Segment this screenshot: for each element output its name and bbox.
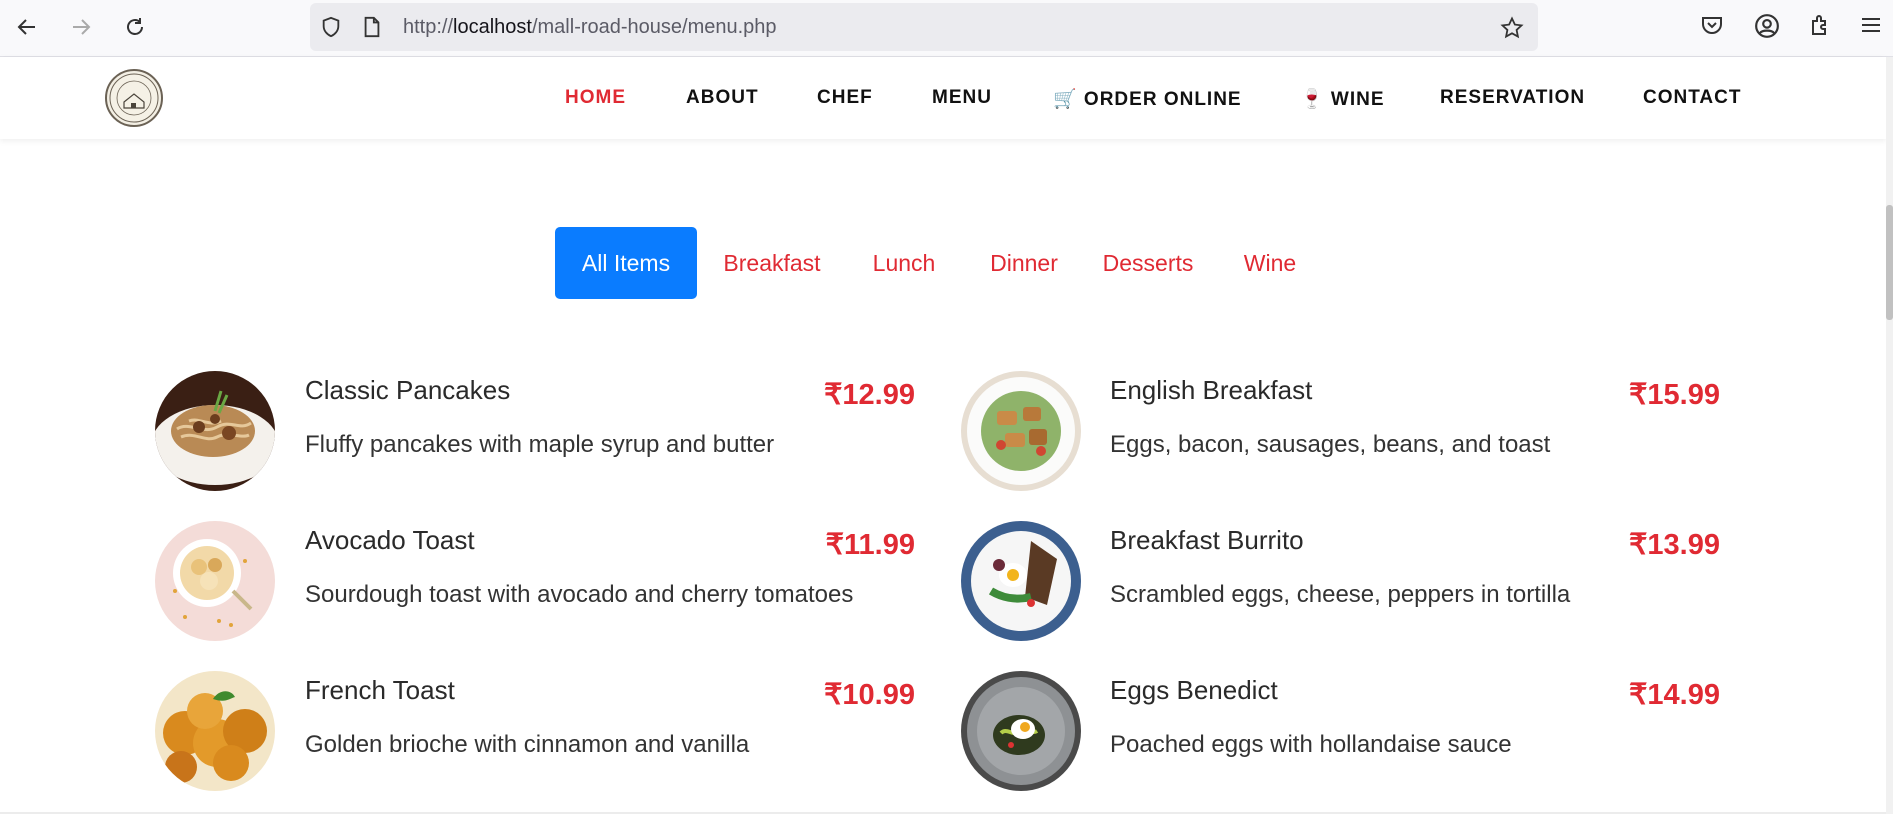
star-icon[interactable] — [1500, 16, 1524, 45]
menu-item-price: ₹12.99 — [823, 379, 915, 411]
filter-breakfast[interactable]: Breakfast — [710, 227, 834, 299]
menu-item-price: ₹10.99 — [823, 679, 915, 711]
logo-emblem-icon — [109, 73, 159, 123]
forward-arrow-icon[interactable] — [66, 12, 96, 42]
filter-desserts[interactable]: Desserts — [1092, 227, 1204, 299]
hamburger-menu-icon[interactable] — [1860, 13, 1882, 42]
pocket-icon[interactable] — [1700, 13, 1724, 42]
url-text[interactable]: http://localhost/mall-road-house/menu.ph… — [403, 16, 777, 39]
url-prefix: http:// — [403, 16, 454, 38]
menu-item-name: Eggs Benedict — [1110, 675, 1278, 705]
filter-wine[interactable]: Wine — [1232, 227, 1308, 299]
reload-icon[interactable] — [120, 12, 150, 42]
menu-item-price: ₹15.99 — [1628, 379, 1720, 411]
menu-item-description: Scrambled eggs, cheese, peppers in torti… — [1110, 581, 1571, 608]
menu-item-description: Golden brioche with cinnamon and vanilla — [305, 731, 750, 758]
nav-menu[interactable]: MENU — [932, 87, 992, 109]
site-logo[interactable] — [105, 69, 163, 127]
menu-item-image — [961, 521, 1081, 641]
account-icon[interactable] — [1754, 13, 1780, 44]
menu-item-description: Fluffy pancakes with maple syrup and but… — [305, 431, 775, 458]
menu-item-name: French Toast — [305, 675, 455, 705]
menu-item-description: Poached eggs with hollandaise sauce — [1110, 731, 1512, 758]
filter-dinner[interactable]: Dinner — [975, 227, 1073, 299]
nav-wine[interactable]: 🍷 WINE — [1300, 87, 1385, 111]
back-arrow-icon[interactable] — [12, 12, 42, 42]
menu-item-price: ₹14.99 — [1628, 679, 1720, 711]
url-host: localhost — [453, 16, 532, 38]
nav-order-online[interactable]: 🛒 ORDER ONLINE — [1053, 87, 1242, 111]
menu-item-image — [155, 371, 275, 491]
url-bar[interactable]: http://localhost/mall-road-house/menu.ph… — [310, 3, 1538, 51]
menu-item-name: English Breakfast — [1110, 375, 1313, 405]
url-path: /mall-road-house/menu.php — [531, 16, 777, 38]
filter-all-items[interactable]: All Items — [555, 227, 697, 299]
page-icon[interactable] — [362, 16, 382, 43]
page-scrollbar-track[interactable] — [1886, 57, 1893, 814]
menu-item-name: Breakfast Burrito — [1110, 525, 1304, 555]
page-scrollbar-thumb[interactable] — [1886, 205, 1893, 320]
menu-item-price: ₹13.99 — [1628, 529, 1720, 561]
menu-item-image — [155, 521, 275, 641]
extensions-icon[interactable] — [1808, 13, 1832, 42]
menu-item-image — [155, 671, 275, 791]
filter-lunch[interactable]: Lunch — [860, 227, 948, 299]
nav-contact[interactable]: CONTACT — [1643, 87, 1741, 109]
menu-item-name: Classic Pancakes — [305, 375, 511, 405]
shield-icon[interactable] — [320, 16, 342, 43]
menu-item-name: Avocado Toast — [305, 525, 475, 555]
menu-item-image — [961, 671, 1081, 791]
nav-chef[interactable]: CHEF — [817, 87, 873, 109]
nav-home[interactable]: HOME — [565, 87, 626, 109]
nav-reservation[interactable]: RESERVATION — [1440, 87, 1585, 109]
menu-item-description: Eggs, bacon, sausages, beans, and toast — [1110, 431, 1551, 458]
site-header: HOME ABOUT CHEF MENU 🛒 ORDER ONLINE 🍷 WI… — [0, 57, 1886, 139]
nav-about[interactable]: ABOUT — [686, 87, 759, 109]
menu-item-price: ₹11.99 — [825, 529, 915, 561]
menu-item-image — [961, 371, 1081, 491]
menu-item-description: Sourdough toast with avocado and cherry … — [305, 581, 854, 608]
browser-toolbar: http://localhost/mall-road-house/menu.ph… — [0, 0, 1893, 57]
